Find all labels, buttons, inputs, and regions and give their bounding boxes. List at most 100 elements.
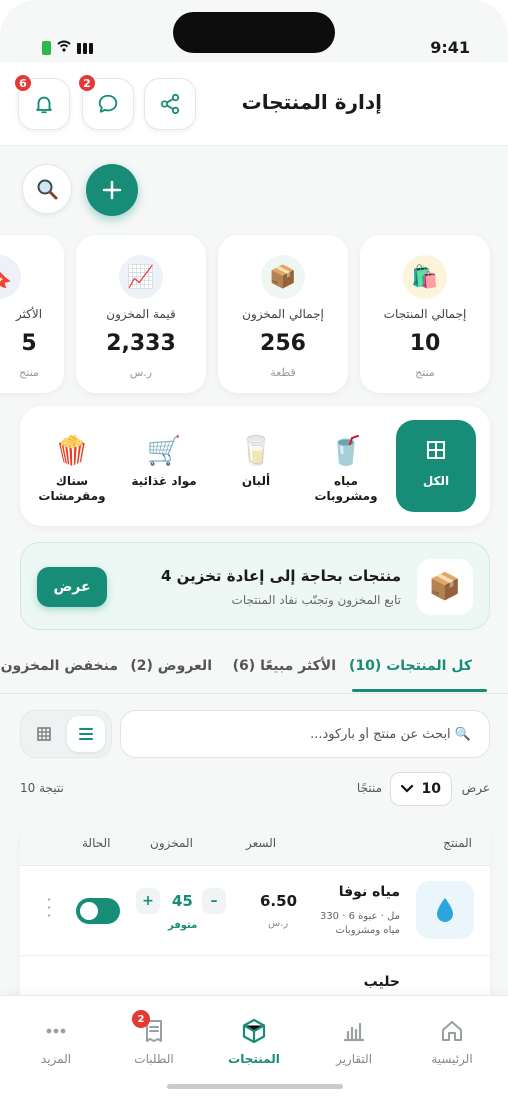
more-icon [16, 1016, 96, 1046]
table-row[interactable]: مياه نوفا 330 مل · عبوة 6 · مياه ومشروبا… [20, 866, 490, 956]
bookmark-icon: 🔖 [0, 255, 21, 299]
per-page-select[interactable]: 10 [390, 772, 452, 806]
nav-label: المنتجات [228, 1052, 280, 1066]
share-button[interactable] [144, 78, 196, 130]
stat-card-total-products[interactable]: 🛍️ إجمالي المنتجات 10 منتج [360, 235, 490, 393]
stat-unit: منتج [415, 366, 435, 379]
stat-card-stock-value[interactable]: 📈 قيمة المخزون 2,333 ر.س [76, 235, 206, 393]
nav-reports[interactable]: التقارير [314, 1016, 394, 1066]
category-drinks[interactable]: 🥤 مياه ومشروبات [306, 420, 386, 512]
stat-unit: ر.س [129, 366, 153, 379]
product-name: مياه نوفا [338, 884, 400, 900]
nav-home[interactable]: الرئيسية [412, 1016, 492, 1066]
nav-label: الطلبات [134, 1052, 174, 1066]
products-icon [214, 1016, 294, 1046]
stat-value: 5 [21, 331, 37, 356]
signal-icon [77, 42, 93, 54]
box-icon: 📦 [417, 559, 473, 615]
column-product: المنتج [443, 836, 472, 850]
restock-subtitle: تابع المخزون وتجنّب نفاد المنتجات [231, 593, 401, 607]
box-icon: 📦 [261, 255, 305, 299]
nav-products[interactable]: المنتجات [214, 1016, 294, 1066]
product-name: حليب [363, 974, 400, 990]
plus-icon [102, 180, 122, 200]
stat-card-total-stock[interactable]: 📦 إجمالي المخزون 256 قطعة [218, 235, 348, 393]
add-product-button[interactable] [86, 164, 138, 216]
stat-card-top-products[interactable]: 🔖 الأكثر 5 منتج [0, 235, 64, 393]
nav-orders[interactable]: 2 الطلبات [114, 1010, 194, 1066]
tab-offers[interactable]: العروض (2) [130, 658, 212, 674]
cart-icon: 🛒 [146, 434, 182, 467]
category-label: ألبان [241, 474, 271, 488]
stat-value: 256 [260, 331, 306, 356]
grid-icon [37, 727, 51, 741]
category-label: مياه ومشروبات [314, 474, 378, 503]
wifi-icon [57, 40, 71, 55]
category-groceries[interactable]: 🛒 مواد غذائية [124, 420, 204, 512]
product-tabs: كل المنتجات (10) الأكثر مبيعًا (6) العرو… [0, 648, 508, 694]
search-input[interactable] [121, 711, 489, 757]
stock-status: متوفر [168, 920, 198, 931]
reports-icon [314, 1016, 394, 1046]
active-toggle[interactable] [76, 898, 120, 924]
orders-icon [114, 1016, 194, 1046]
grid-icon [396, 432, 476, 470]
category-all[interactable]: الكل [396, 420, 476, 512]
product-price: 6.50 [260, 892, 298, 910]
tab-best-selling[interactable]: الأكثر مبيعًا (6) [233, 658, 336, 674]
drink-icon: 🥤 [328, 434, 364, 467]
stat-label: الأكثر [15, 307, 43, 321]
result-count: 10 نتيجة [20, 781, 64, 795]
decrease-stock-button[interactable]: – [202, 888, 226, 914]
grid-view-button[interactable] [25, 716, 63, 752]
stat-label: إجمالي المنتجات [383, 307, 467, 321]
battery-icon [42, 40, 51, 55]
category-label: سناك ومقرمشات [38, 474, 106, 503]
category-filter: الكل 🥤 مياه ومشروبات 🥛 ألبان 🛒 مواد غذائ… [20, 406, 490, 526]
table-header: المنتج السعر المخزون الحالة [20, 822, 490, 866]
nav-more[interactable]: المزيد [16, 1016, 96, 1066]
stock-value: 45 [172, 892, 193, 910]
product-search [120, 710, 490, 758]
water-drop-icon [416, 881, 474, 939]
chat-icon [98, 94, 118, 113]
orders-badge: 2 [132, 1010, 150, 1028]
nav-label: التقارير [335, 1052, 373, 1066]
restock-banner: 📦 4 منتجات بحاجة إلى إعادة تخزين تابع ال… [20, 542, 490, 630]
nav-label: المزيد [40, 1052, 72, 1066]
category-label: الكل [422, 474, 450, 488]
search-button[interactable] [22, 164, 72, 214]
products-table: المنتج السعر المخزون الحالة مياه نوفا 33… [20, 822, 490, 1022]
more-options-icon[interactable]: · · · [46, 892, 52, 924]
messages-button[interactable]: 2 [77, 73, 134, 130]
status-time: 9:41 [430, 38, 470, 57]
tab-low-stock[interactable]: منخفض المخزون [1, 658, 118, 674]
category-dairy[interactable]: 🥛 ألبان [216, 420, 296, 512]
category-snacks[interactable]: 🍿 سناك ومقرمشات [32, 420, 112, 512]
tab-all-products[interactable]: كل المنتجات (10) [349, 658, 472, 674]
view-restock-button[interactable]: عرض [37, 567, 107, 607]
home-icon [412, 1016, 492, 1046]
view-toggle [20, 710, 112, 758]
bell-icon [36, 96, 52, 114]
increase-stock-button[interactable]: + [136, 888, 160, 914]
stat-value: 10 [409, 331, 441, 356]
stat-label: إجمالي المخزون [242, 307, 324, 321]
messages-badge: 2 [77, 73, 97, 93]
restock-title: 4 منتجات بحاجة إلى إعادة تخزين [160, 567, 401, 585]
active-tab-indicator [352, 689, 487, 692]
milk-icon: 🥛 [238, 434, 274, 467]
stat-value: 2,333 [106, 331, 176, 356]
column-stock: المخزون [150, 836, 193, 850]
show-label: عرض [461, 781, 490, 795]
dynamic-island [173, 12, 335, 53]
product-currency: ر.س [268, 918, 289, 929]
stat-label: قيمة المخزون [106, 307, 176, 321]
notifications-button[interactable]: 6 [13, 73, 70, 130]
chevron-down-icon [401, 785, 413, 793]
page-title: إدارة المنتجات [241, 90, 382, 114]
notifications-badge: 6 [13, 73, 33, 93]
home-indicator [167, 1084, 343, 1089]
list-view-button[interactable] [67, 716, 105, 752]
stat-unit: قطعة [270, 366, 296, 379]
